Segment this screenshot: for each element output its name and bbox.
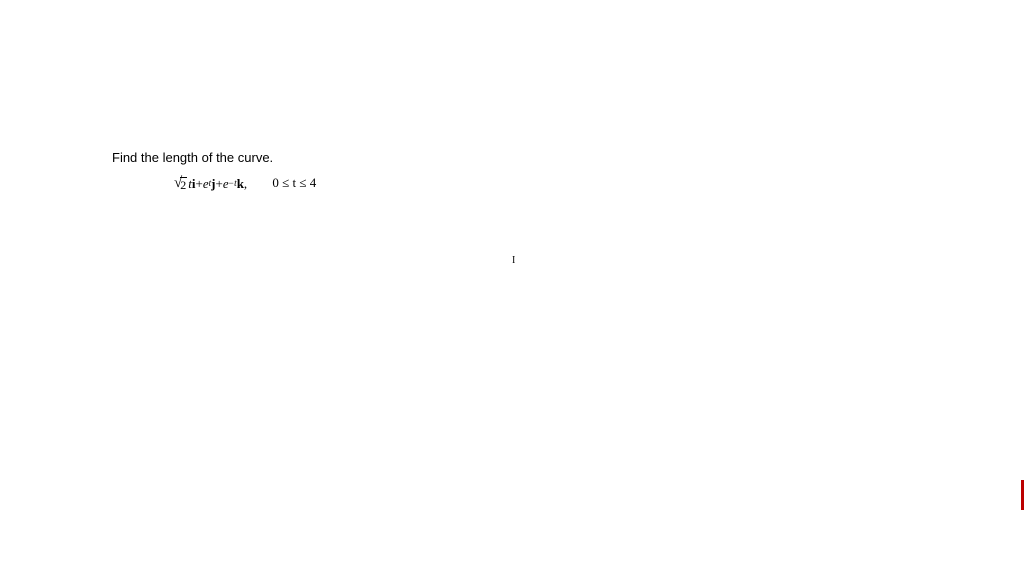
exp-t2: t <box>234 178 237 188</box>
vector-expression: √ 2 t i + e t j + e −t k , <box>174 176 247 192</box>
formula-line: √ 2 t i + e t j + e −t k , 0 ≤ t ≤ 4 <box>174 175 316 192</box>
problem-block: Find the length of the curve. √ 2 t i + … <box>112 150 316 192</box>
comma: , <box>244 176 247 192</box>
exp-neg-t: −t <box>229 178 237 188</box>
sqrt-radicand: 2 <box>180 177 187 191</box>
plus-1: + <box>195 176 202 192</box>
exp-t1: t <box>209 178 212 188</box>
sqrt-term: √ 2 <box>174 176 187 191</box>
plus-2: + <box>215 176 222 192</box>
problem-statement: Find the length of the curve. <box>112 150 316 165</box>
exp-neg-sign: − <box>229 178 234 188</box>
unit-k: k <box>237 176 244 192</box>
text-cursor-mark: I <box>512 255 515 266</box>
parameter-domain: 0 ≤ t ≤ 4 <box>272 175 316 190</box>
